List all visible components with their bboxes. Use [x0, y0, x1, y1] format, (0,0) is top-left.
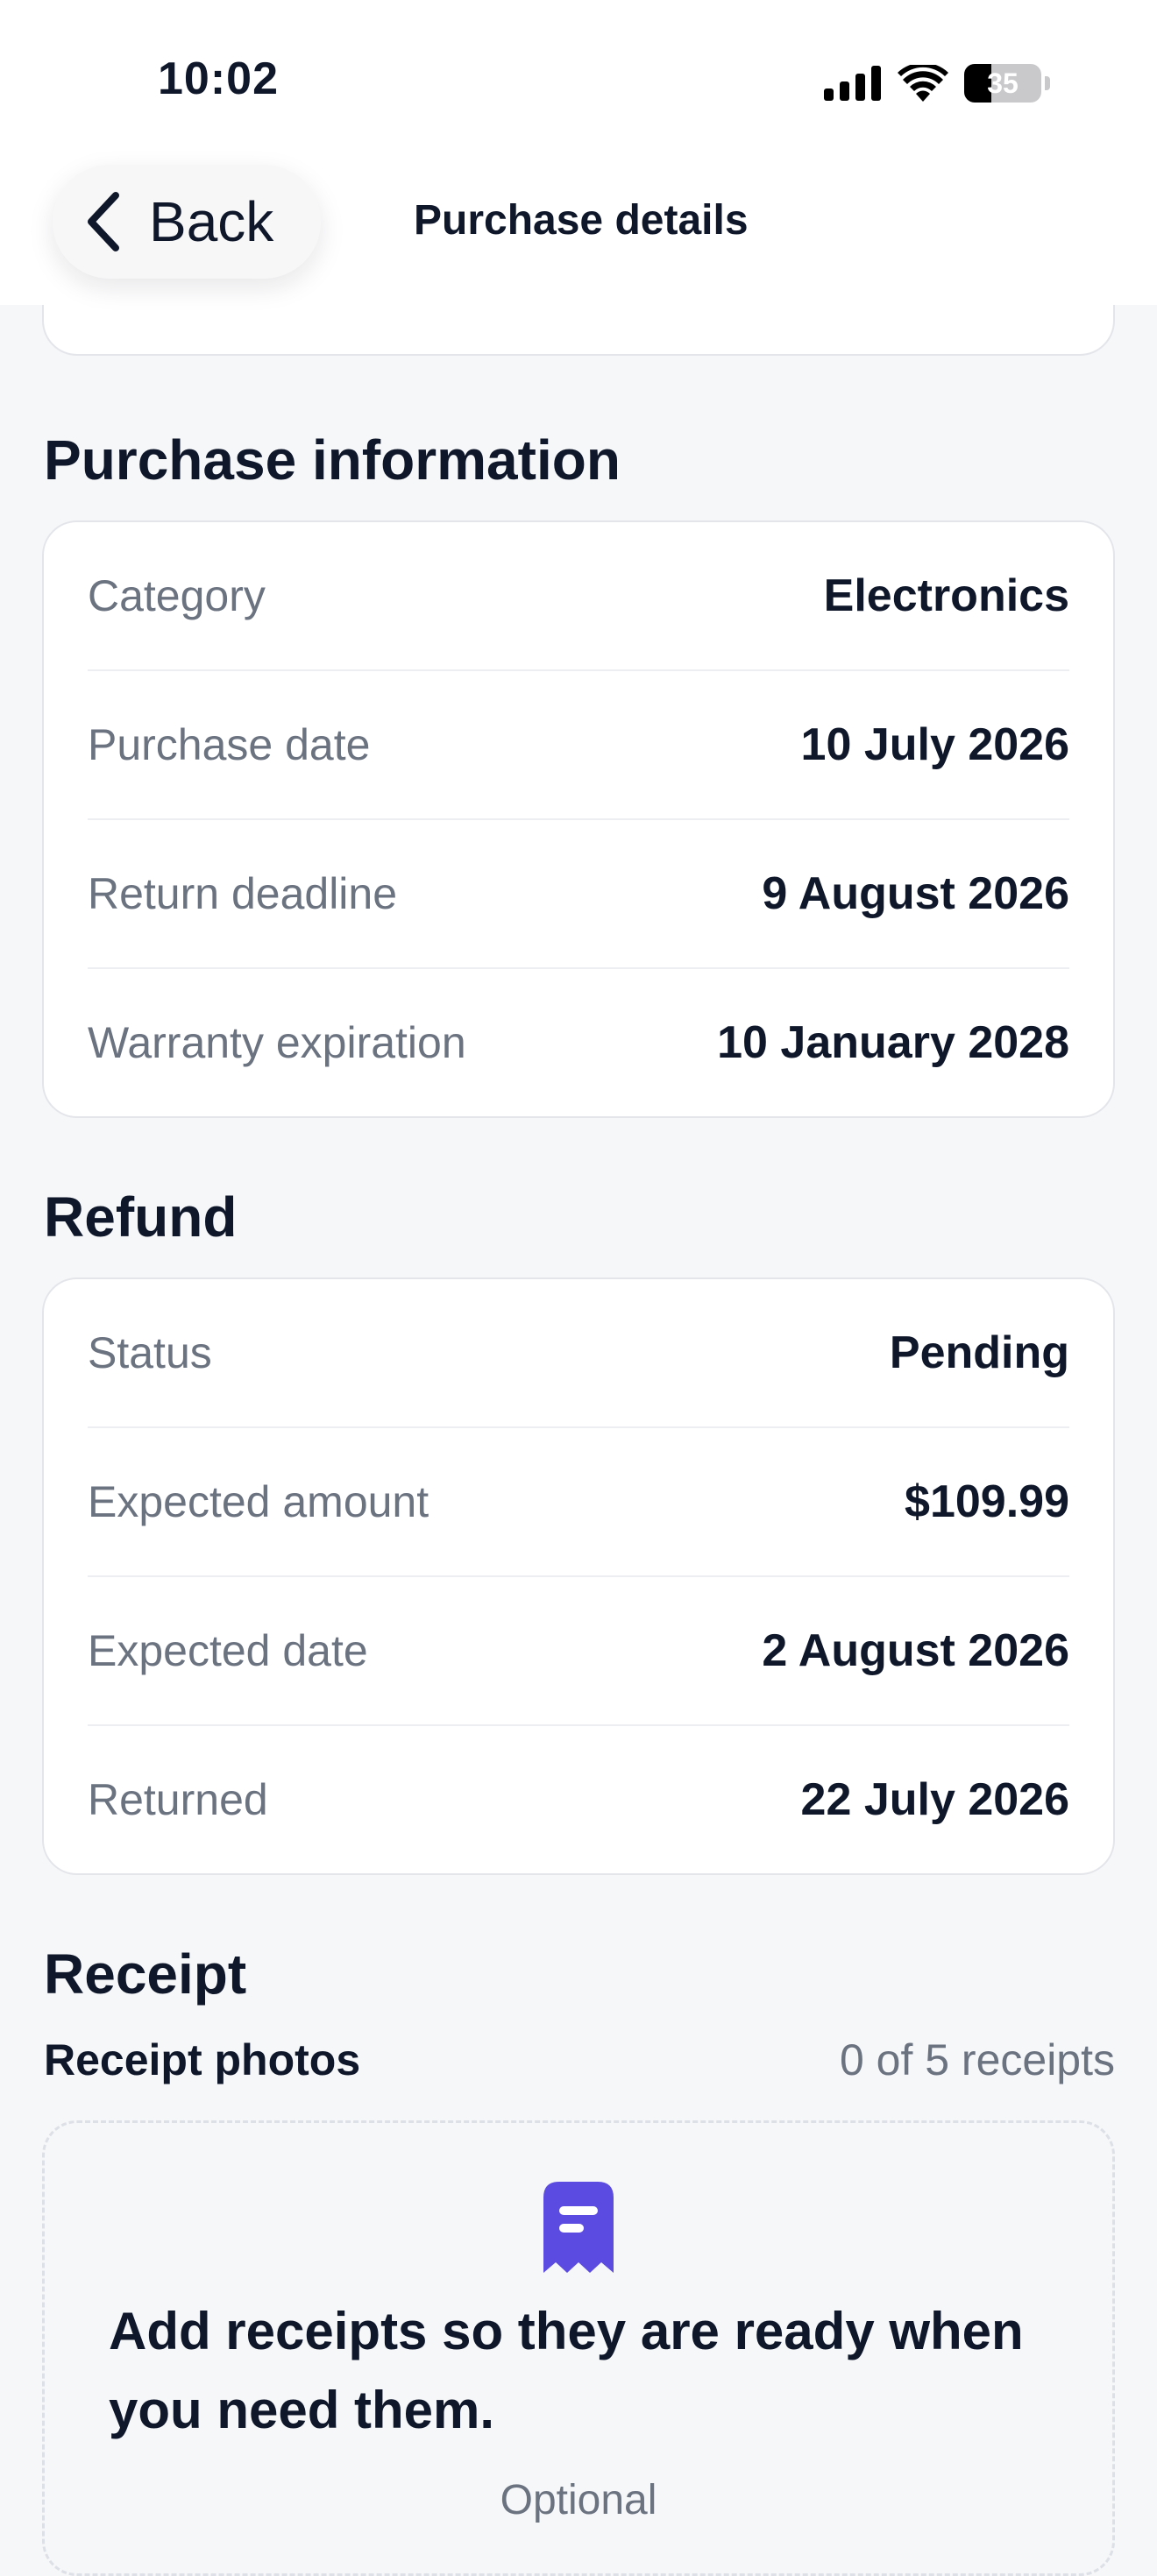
warranty-expiration-row: Warranty expiration 10 January 2028 [88, 969, 1069, 1116]
warranty-expiration-label: Warranty expiration [88, 1018, 466, 1067]
category-label: Category [88, 571, 266, 620]
return-deadline-label: Return deadline [88, 869, 398, 918]
battery-icon: 35 [964, 64, 1041, 103]
receipt-photos-label: Receipt photos [44, 2035, 361, 2084]
return-deadline-row: Return deadline 9 August 2026 [88, 820, 1069, 969]
returned-row: Returned 22 July 2026 [88, 1726, 1069, 1873]
category-row: Category Electronics [88, 522, 1069, 671]
expected-amount-row: Expected amount $109.99 [88, 1428, 1069, 1577]
wifi-icon [898, 65, 948, 102]
purchase-date-row: Purchase date 10 July 2026 [88, 671, 1069, 820]
category-value: Electronics [823, 570, 1069, 621]
cellular-signal-icon [824, 66, 881, 101]
battery-percent: 35 [987, 67, 1019, 99]
expected-amount-value: $109.99 [905, 1476, 1069, 1527]
expected-amount-label: Expected amount [88, 1477, 429, 1526]
expected-date-row: Expected date 2 August 2026 [88, 1577, 1069, 1726]
purchase-date-label: Purchase date [88, 720, 371, 769]
back-label: Back [149, 190, 274, 253]
refund-status-value: Pending [889, 1327, 1069, 1378]
purchase-info-title: Purchase information [44, 428, 621, 492]
expected-date-value: 2 August 2026 [762, 1625, 1069, 1676]
returned-label: Returned [88, 1775, 268, 1824]
receipt-icon [543, 2182, 614, 2273]
refund-status-label: Status [88, 1328, 212, 1377]
refund-title: Refund [44, 1185, 238, 1249]
optional-label: Optional [500, 2477, 657, 2523]
receipt-title: Receipt [44, 1943, 247, 2006]
refund-status-row: Status Pending [88, 1279, 1069, 1428]
back-button[interactable]: Back [53, 165, 321, 279]
battery-cap [1045, 76, 1050, 90]
purchase-date-value: 10 July 2026 [800, 719, 1069, 770]
status-time: 10:02 [158, 53, 279, 104]
returned-value: 22 July 2026 [800, 1774, 1069, 1825]
refund-card: Status Pending Expected amount $109.99 E… [42, 1277, 1115, 1875]
status-bar: 10:02 35 [0, 0, 1157, 158]
receipt-count: 0 of 5 receipts [839, 2035, 1115, 2084]
warranty-expiration-value: 10 January 2028 [717, 1017, 1069, 1068]
status-icons: 35 [824, 61, 1050, 105]
dropzone-message: Add receipts so they are ready when you … [109, 2302, 1024, 2439]
return-deadline-value: 9 August 2026 [762, 868, 1069, 919]
purchase-info-card: Category Electronics Purchase date 10 Ju… [42, 520, 1115, 1118]
expected-date-label: Expected date [88, 1626, 368, 1675]
chevron-left-icon [88, 192, 119, 251]
page-title: Purchase details [414, 197, 749, 244]
